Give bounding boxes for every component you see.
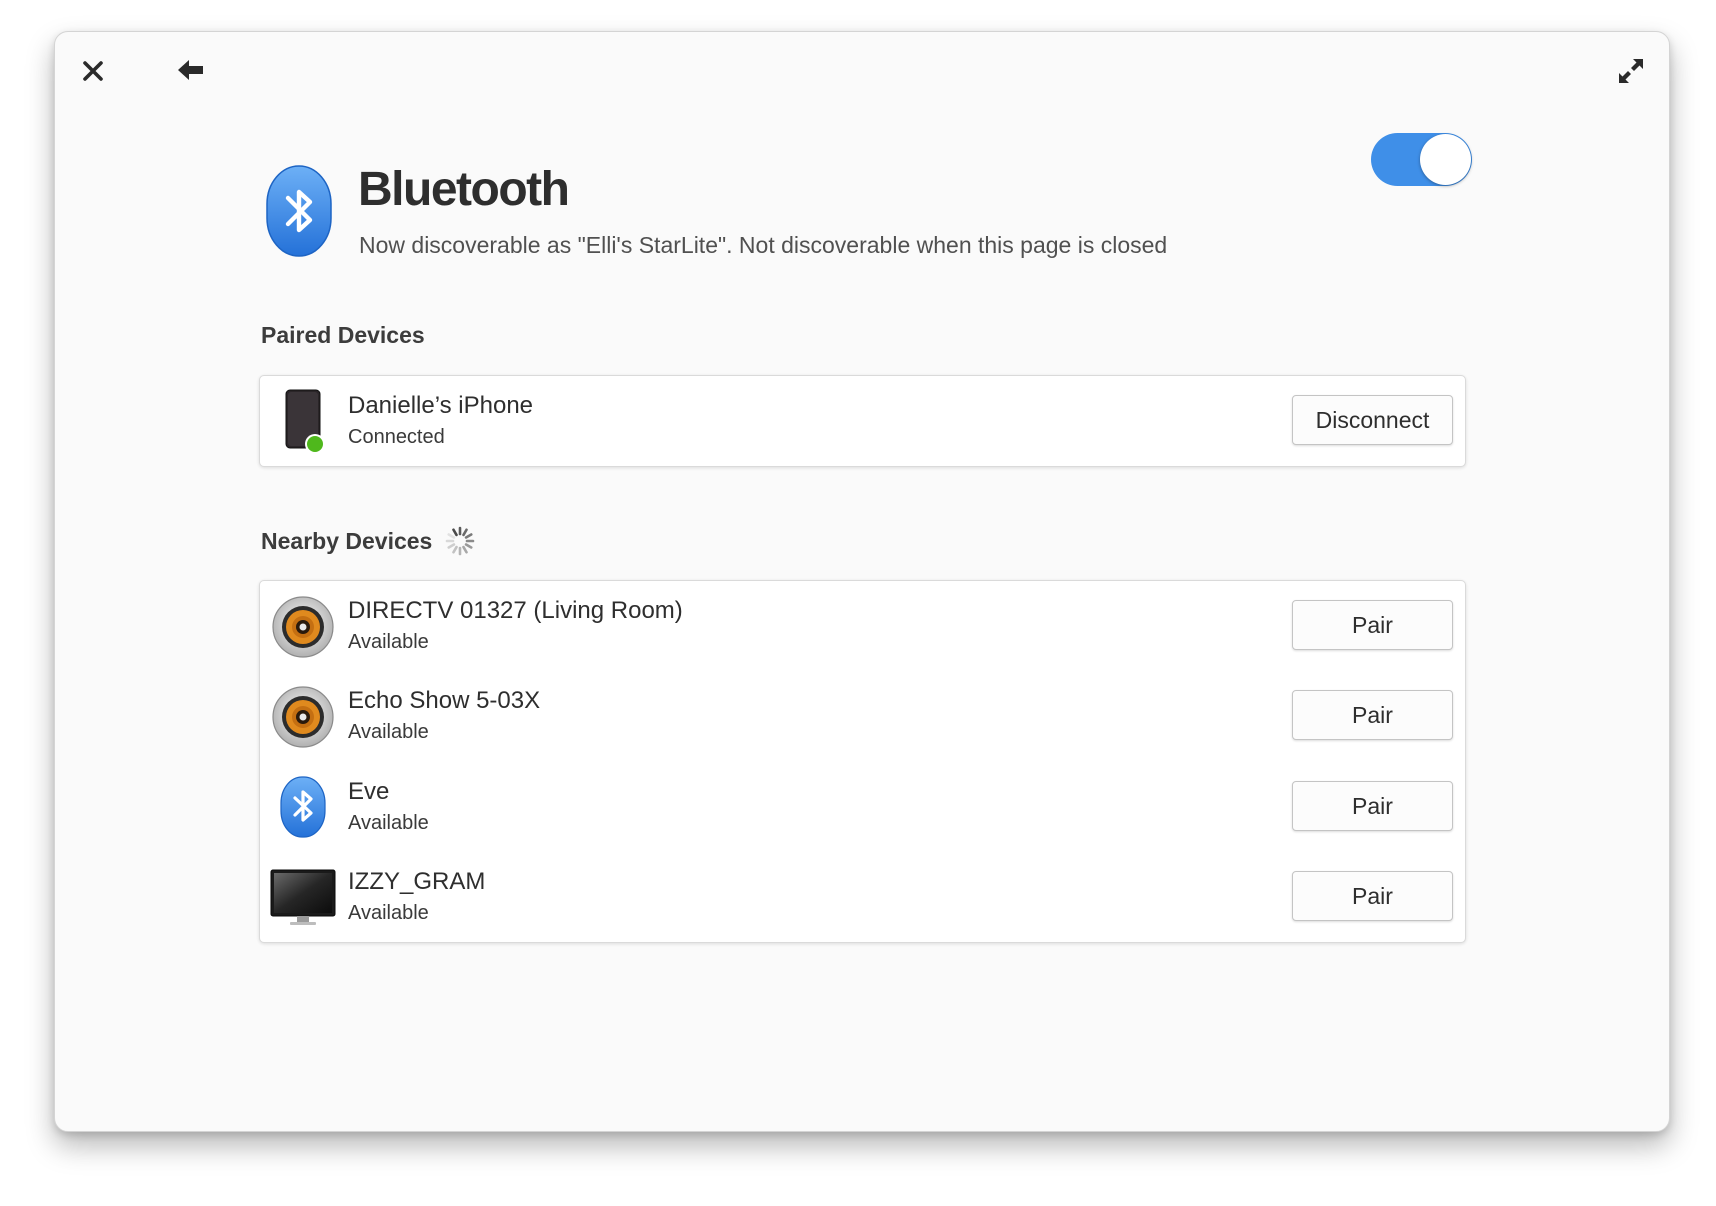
- speaker-icon: [272, 686, 334, 748]
- pair-button[interactable]: Pair: [1292, 600, 1453, 650]
- device-status: Available: [348, 721, 429, 743]
- maximize-button[interactable]: [1611, 51, 1651, 91]
- bluetooth-toggle[interactable]: [1371, 133, 1472, 186]
- list-item[interactable]: Danielle’s iPhone Connected Disconnect: [260, 376, 1465, 466]
- list-item[interactable]: DIRECTV 01327 (Living Room) Available Pa…: [260, 581, 1465, 671]
- nearby-devices-header: Nearby Devices: [261, 526, 476, 556]
- device-name: Eve: [348, 778, 390, 805]
- device-name: IZZY_GRAM: [348, 868, 486, 895]
- device-status: Connected: [348, 426, 445, 448]
- device-status: Available: [348, 812, 429, 834]
- nearby-devices-heading: Nearby Devices: [261, 528, 433, 554]
- pair-button[interactable]: Pair: [1292, 781, 1453, 831]
- device-name: DIRECTV 01327 (Living Room): [348, 597, 683, 624]
- close-button[interactable]: [73, 51, 113, 91]
- list-item[interactable]: Echo Show 5-03X Available Pair: [260, 671, 1465, 761]
- bluetooth-settings-window: Bluetooth Now discoverable as "Elli's St…: [54, 31, 1670, 1132]
- monitor-icon: [270, 869, 336, 925]
- paired-devices-list: Danielle’s iPhone Connected Disconnect: [259, 375, 1466, 467]
- spinner-icon: [446, 526, 475, 556]
- pair-button[interactable]: Pair: [1292, 690, 1453, 740]
- speaker-icon: [272, 596, 334, 658]
- phone-icon: [285, 389, 325, 454]
- device-name: Echo Show 5-03X: [348, 687, 541, 714]
- bluetooth-icon: [280, 776, 326, 838]
- maximize-icon: [1619, 59, 1643, 83]
- close-icon: [83, 61, 103, 81]
- device-status: Available: [348, 902, 429, 924]
- page-header: Bluetooth Now discoverable as "Elli's St…: [259, 132, 1466, 262]
- discoverable-status: Now discoverable as "Elli's StarLite". N…: [359, 232, 1168, 258]
- paired-devices-heading: Paired Devices: [261, 322, 425, 348]
- pair-button[interactable]: Pair: [1292, 871, 1453, 921]
- arrow-left-icon: [178, 60, 203, 80]
- bluetooth-icon: [266, 165, 332, 257]
- device-name: Danielle’s iPhone: [348, 392, 534, 419]
- settings-content: Bluetooth Now discoverable as "Elli's St…: [259, 32, 1472, 1131]
- back-button[interactable]: [171, 50, 211, 90]
- list-item[interactable]: Eve Available Pair: [260, 762, 1465, 852]
- toggle-knob: [1420, 134, 1471, 185]
- device-status: Available: [348, 631, 429, 653]
- disconnect-button[interactable]: Disconnect: [1292, 395, 1453, 445]
- page-title: Bluetooth: [358, 163, 570, 216]
- nearby-devices-list: DIRECTV 01327 (Living Room) Available Pa…: [259, 580, 1466, 943]
- list-item[interactable]: IZZY_GRAM Available Pair: [260, 852, 1465, 942]
